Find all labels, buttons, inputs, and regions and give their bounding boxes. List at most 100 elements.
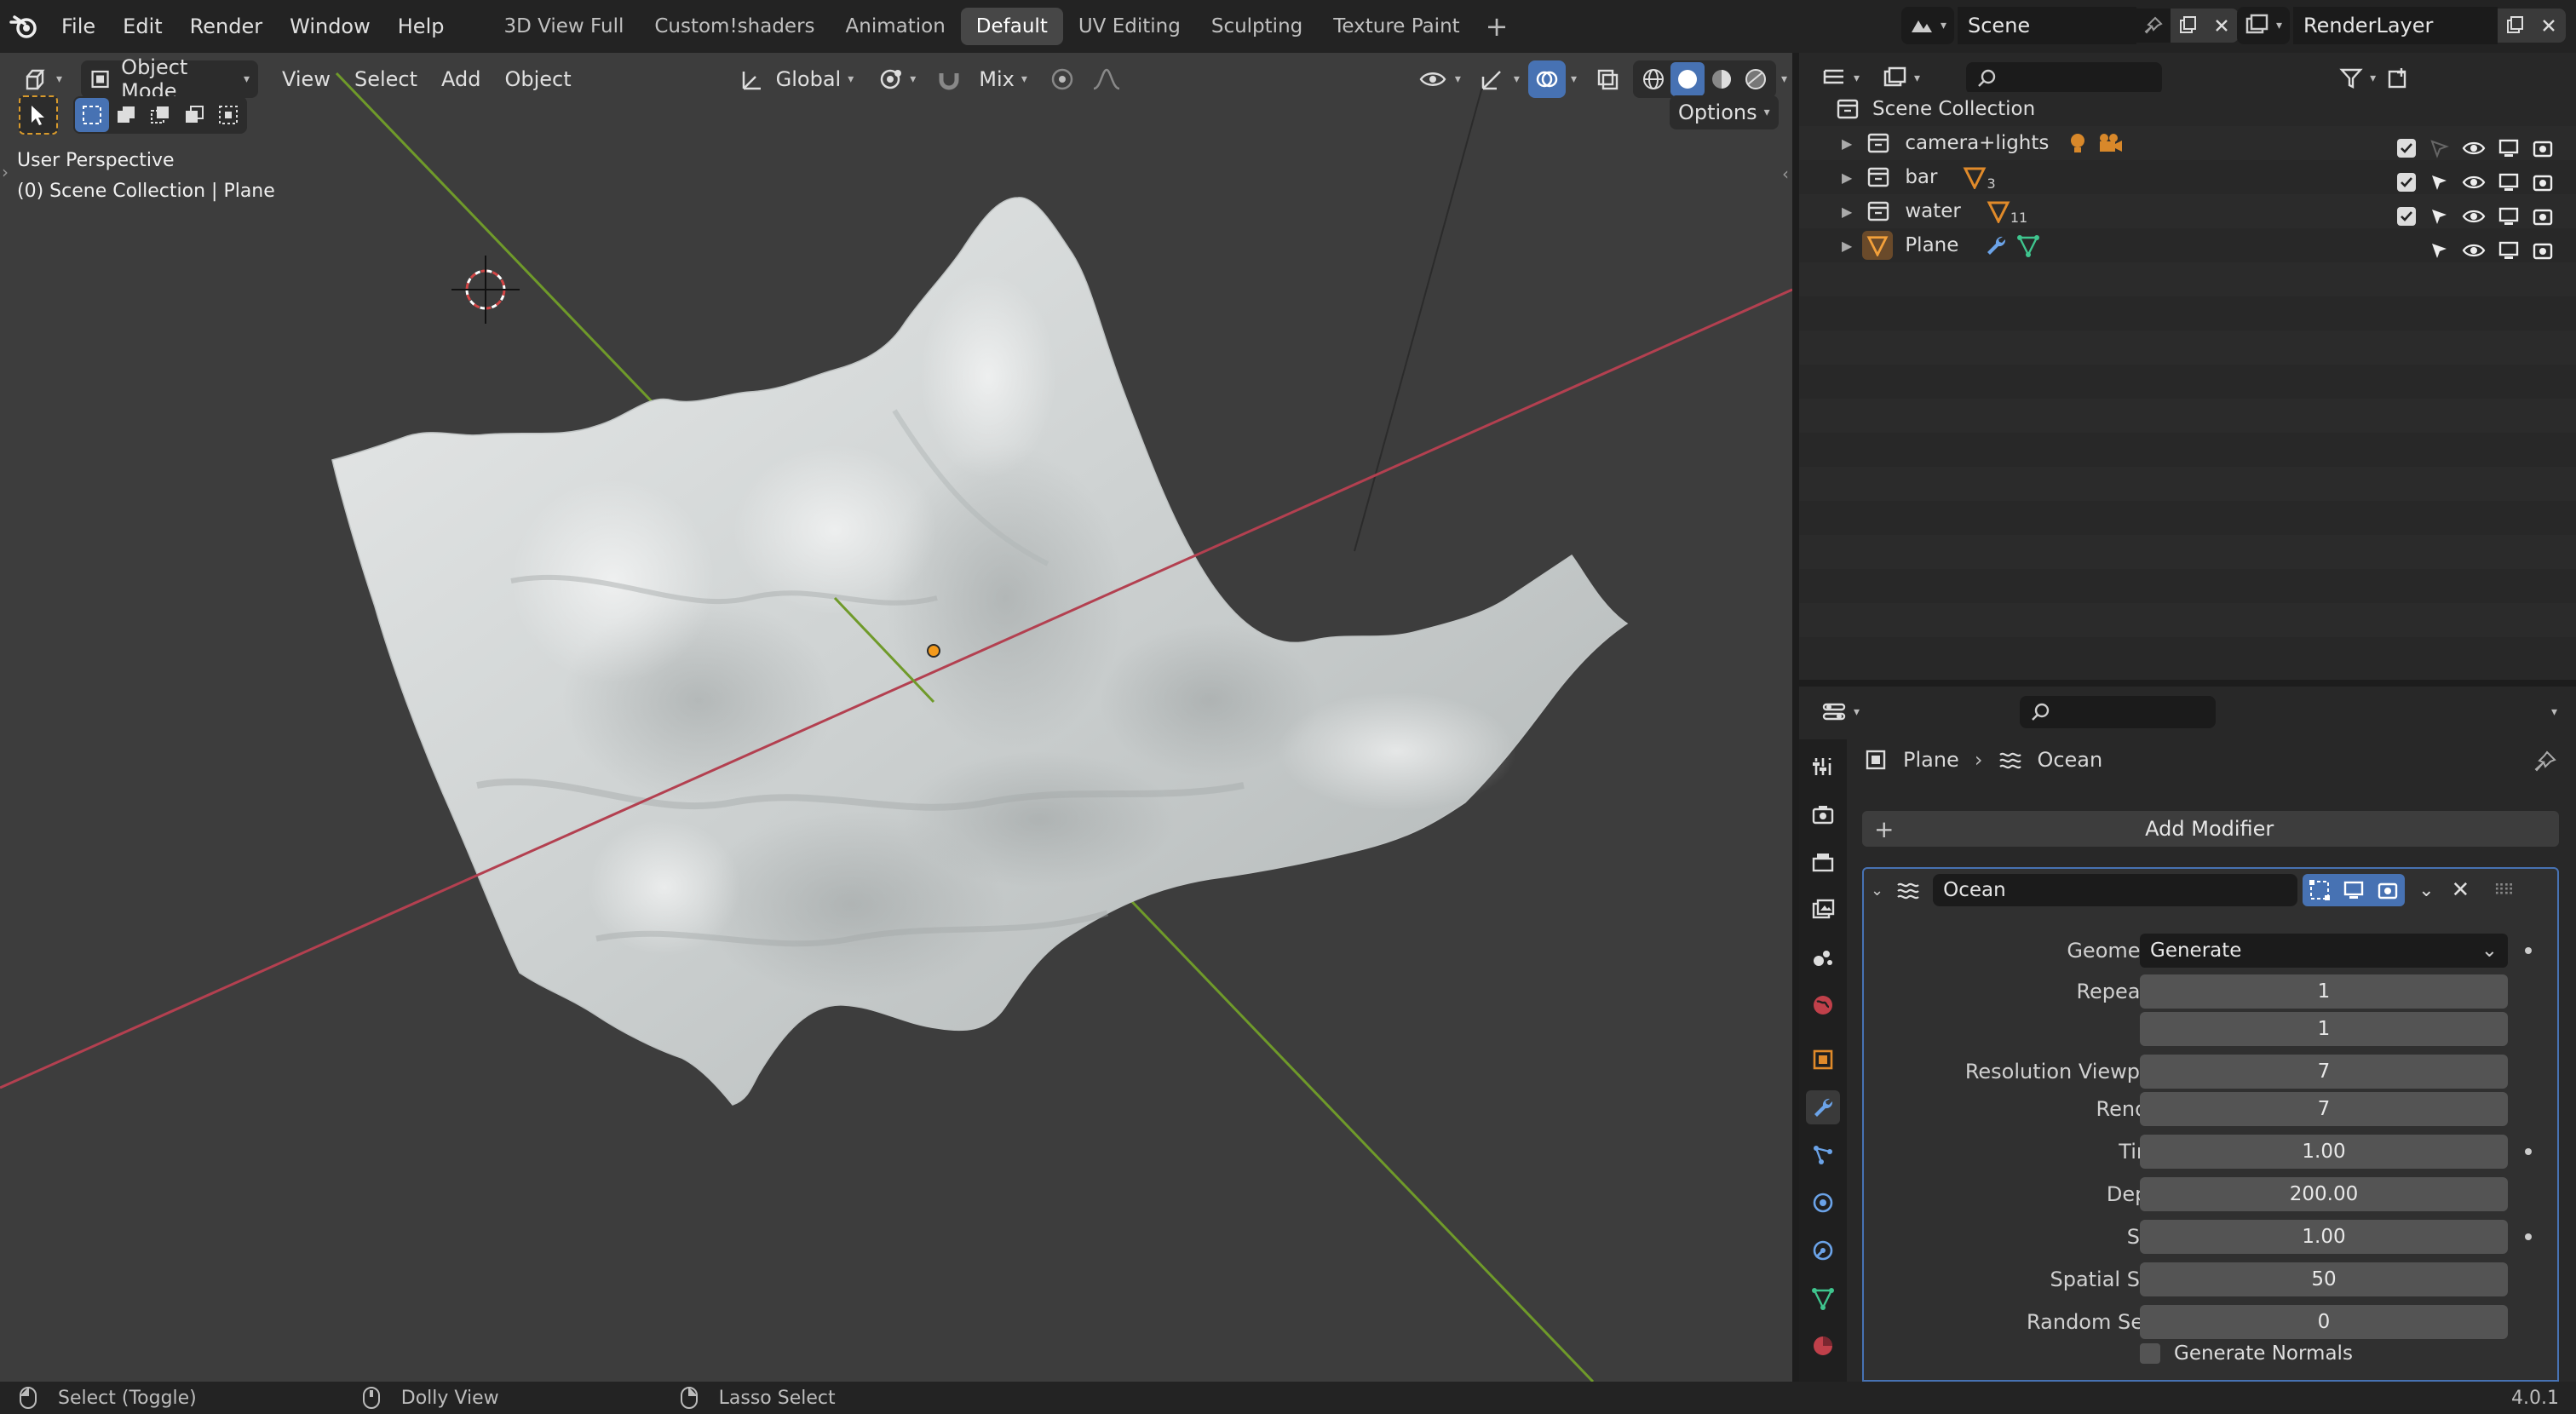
keyframe-dot-icon[interactable] [2525, 1233, 2532, 1240]
tab-uv-editing[interactable]: UV Editing [1063, 8, 1196, 45]
options-dropdown[interactable]: Options ▾ [1670, 95, 1779, 129]
gizmo-toggle[interactable]: ▾ [1469, 60, 1528, 98]
field-input-depth[interactable]: 200.00 [2140, 1177, 2508, 1211]
shading-options-dropdown[interactable]: ▾ [1776, 60, 1792, 98]
expand-arrow-icon[interactable]: ▶ [1842, 204, 1852, 220]
scene-name-field[interactable]: Scene [1958, 7, 2136, 44]
menu-help[interactable]: Help [384, 5, 458, 48]
field-input-time[interactable]: 1.00 [2140, 1135, 2508, 1169]
outliner-search-field[interactable] [1966, 62, 2163, 95]
select-arrow-icon[interactable] [2428, 205, 2450, 227]
select-invert-icon[interactable] [177, 98, 211, 132]
exclude-checkbox[interactable] [2397, 207, 2416, 226]
render-camera-icon[interactable] [2532, 239, 2554, 262]
mode-dropdown[interactable]: Object Mode ▾ [81, 55, 258, 103]
select-arrow-icon[interactable] [2428, 239, 2450, 262]
remove-modifier-icon[interactable]: ✕ [2452, 877, 2470, 903]
xray-toggle[interactable] [1587, 60, 1628, 98]
expand-arrow-icon[interactable]: ▶ [1842, 170, 1852, 186]
geometry-dropdown[interactable]: Generate ⌄ [2140, 934, 2508, 968]
tab-texture-paint[interactable]: Texture Paint [1318, 8, 1475, 45]
render-camera-icon[interactable] [2532, 171, 2554, 193]
properties-search-field[interactable] [2020, 696, 2217, 728]
tab-default[interactable]: Default [960, 8, 1063, 45]
pin-icon[interactable] [2533, 750, 2557, 773]
tab-custom-shaders[interactable]: Custom!shaders [639, 8, 830, 45]
tab-3d-view-full[interactable]: 3D View Full [488, 8, 639, 45]
monitor-icon[interactable] [2498, 137, 2520, 159]
modifier-tab-icon[interactable] [1806, 1090, 1840, 1124]
menu-file[interactable]: File [48, 5, 109, 48]
solid-shading-icon[interactable] [1670, 62, 1705, 96]
data-tab-icon[interactable] [1806, 1281, 1840, 1315]
view-layer-tab-icon[interactable] [1806, 893, 1840, 927]
field-input-repeat-x[interactable]: 1 [2140, 974, 2508, 1009]
proportional-edit-toggle[interactable] [1041, 60, 1084, 98]
add-workspace-icon[interactable]: + [1475, 10, 1519, 43]
render-tab-icon[interactable] [1806, 797, 1840, 831]
tab-sculpting[interactable]: Sculpting [1196, 8, 1318, 45]
delete-scene-icon[interactable] [2205, 9, 2239, 43]
expand-arrow-icon[interactable]: ▶ [1842, 238, 1852, 254]
menu-render[interactable]: Render [176, 5, 276, 48]
field-input-y[interactable]: 1 [2140, 1012, 2508, 1046]
editor-type-button[interactable]: ▾ [12, 60, 71, 98]
modifier-menu-chevron-icon[interactable]: ⌄ [2418, 880, 2434, 901]
world-tab-icon[interactable] [1806, 988, 1840, 1022]
field-input-spatial-size[interactable]: 50 [2140, 1262, 2508, 1296]
rendered-shading-icon[interactable] [1739, 62, 1773, 96]
generate-normals-row[interactable]: Generate Normals [2140, 1342, 2353, 1365]
select-extend-icon[interactable] [109, 98, 143, 132]
field-input-size[interactable]: 1.00 [2140, 1220, 2508, 1254]
pin-scene-icon[interactable] [2136, 9, 2171, 43]
properties-options-dropdown[interactable]: ▾ [2536, 693, 2566, 731]
menu-select[interactable]: Select [346, 60, 426, 98]
select-new-icon[interactable] [75, 98, 109, 132]
snap-toggle[interactable] [928, 60, 970, 98]
exclude-checkbox[interactable] [2397, 139, 2416, 158]
render-toggle-icon[interactable] [2371, 874, 2405, 906]
properties-editor-type-button[interactable]: ▾ [1816, 693, 1865, 731]
menu-object[interactable]: Object [496, 60, 579, 98]
selectability-dropdown[interactable]: ▾ [1411, 60, 1469, 98]
eye-icon[interactable] [2462, 205, 2486, 227]
toolbar-toggle-arrow[interactable]: › [2, 162, 9, 182]
scene-type-button[interactable]: ▾ [1901, 7, 1954, 44]
new-view-layer-icon[interactable] [2498, 9, 2532, 43]
keyframe-dot-icon[interactable] [2525, 947, 2532, 954]
pivot-point-dropdown[interactable]: ▾ [869, 60, 924, 98]
expand-arrow-icon[interactable]: ▶ [1842, 135, 1852, 152]
new-scene-icon[interactable] [2171, 9, 2205, 43]
constraints-tab-icon[interactable] [1806, 1233, 1840, 1267]
view-layer-name-field[interactable]: RenderLayer [2293, 7, 2498, 44]
monitor-icon[interactable] [2498, 239, 2520, 262]
field-input-resolution-viewport[interactable]: 7 [2140, 1055, 2508, 1089]
output-tab-icon[interactable] [1806, 845, 1840, 879]
blender-logo-icon[interactable] [0, 5, 48, 48]
delete-view-layer-icon[interactable] [2532, 9, 2566, 43]
sidebar-toggle-arrow[interactable]: ‹ [1782, 164, 1789, 184]
particles-tab-icon[interactable] [1806, 1138, 1840, 1172]
eye-icon[interactable] [2462, 171, 2486, 193]
select-arrow-icon[interactable] [2428, 171, 2450, 193]
overlays-toggle[interactable] [1527, 60, 1566, 98]
outliner-root-row[interactable]: Scene Collection [1799, 92, 2576, 126]
edit-mode-toggle-icon[interactable] [2303, 874, 2337, 906]
realtime-toggle-icon[interactable] [2337, 874, 2371, 906]
select-subtract-icon[interactable] [143, 98, 177, 132]
eye-icon[interactable] [2462, 137, 2486, 159]
snap-mode-dropdown[interactable]: Mix ▾ [970, 60, 1036, 98]
scene-tab-icon[interactable] [1806, 940, 1840, 974]
falloff-dropdown[interactable] [1084, 60, 1130, 98]
modifier-name-field[interactable]: Ocean [1933, 874, 2298, 906]
select-arrow-icon[interactable] [2428, 137, 2450, 159]
eye-icon[interactable] [2462, 239, 2486, 262]
menu-add[interactable]: Add [433, 60, 489, 98]
object-origin-point[interactable] [927, 644, 940, 658]
field-input-random-seed[interactable]: 0 [2140, 1305, 2508, 1339]
wireframe-shading-icon[interactable] [1636, 62, 1670, 96]
render-camera-icon[interactable] [2532, 137, 2554, 159]
physics-tab-icon[interactable] [1806, 1186, 1840, 1220]
tab-animation[interactable]: Animation [831, 8, 961, 45]
menu-window[interactable]: Window [276, 5, 384, 48]
